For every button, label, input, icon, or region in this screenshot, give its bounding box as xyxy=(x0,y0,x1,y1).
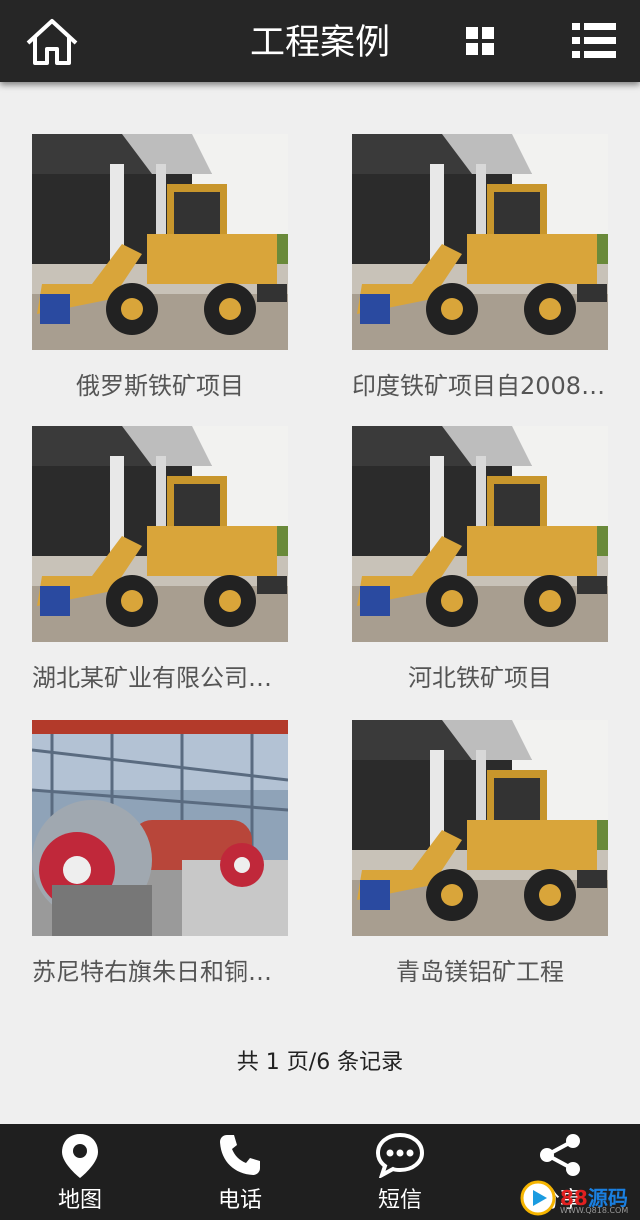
phone-label: 电话 xyxy=(217,1188,262,1213)
menu-button[interactable] xyxy=(570,20,618,62)
play-logo-icon xyxy=(520,1180,556,1216)
case-title[interactable]: 苏尼特右旗朱日和铜矿项目 xyxy=(32,954,288,990)
watermark-url: WWW.Q818.COM xyxy=(560,1206,629,1215)
case-image[interactable] xyxy=(32,134,288,350)
chat-bubble-icon xyxy=(375,1132,425,1178)
top-header: 工程案例 xyxy=(0,0,640,82)
case-title[interactable]: 青岛镁铝矿工程 xyxy=(352,954,608,990)
map-label: 地图 xyxy=(57,1188,102,1213)
case-title[interactable]: 河北铁矿项目 xyxy=(352,660,608,696)
map-button[interactable]: 地图 xyxy=(0,1124,160,1220)
phone-button[interactable]: 电话 xyxy=(160,1124,320,1220)
case-image[interactable] xyxy=(32,720,288,936)
sms-button[interactable]: 短信 xyxy=(320,1124,480,1220)
site-watermark: 88源码 WWW.Q818.COM xyxy=(520,1180,638,1218)
case-card[interactable]: 河北铁矿项目 xyxy=(352,426,608,696)
case-title[interactable]: 印度铁矿项目自2008年开始合作 xyxy=(352,368,608,404)
page-title: 工程案例 xyxy=(249,23,390,63)
grid-icon xyxy=(466,27,494,55)
sms-label: 短信 xyxy=(377,1188,422,1213)
case-title[interactable]: 俄罗斯铁矿项目 xyxy=(32,368,288,404)
case-image[interactable] xyxy=(352,426,608,642)
phone-icon xyxy=(220,1135,260,1175)
map-pin-icon xyxy=(62,1134,98,1178)
pagination-info: 共 1 页/6 条记录 xyxy=(236,1050,404,1075)
share-icon xyxy=(540,1134,580,1176)
case-card[interactable]: 印度铁矿项目自2008年开始合作 xyxy=(352,134,608,404)
case-image[interactable] xyxy=(32,426,288,642)
case-image[interactable] xyxy=(352,720,608,936)
list-menu-icon xyxy=(572,23,616,58)
case-title[interactable]: 湖北某矿业有限公司铁矿项目 xyxy=(32,660,288,696)
case-card[interactable]: 苏尼特右旗朱日和铜矿项目 xyxy=(32,720,288,990)
case-image[interactable] xyxy=(352,134,608,350)
case-card[interactable]: 湖北某矿业有限公司铁矿项目 xyxy=(32,426,288,696)
case-card[interactable]: 俄罗斯铁矿项目 xyxy=(32,134,288,404)
case-card[interactable]: 青岛镁铝矿工程 xyxy=(352,720,608,990)
grid-view-button[interactable] xyxy=(466,27,494,55)
